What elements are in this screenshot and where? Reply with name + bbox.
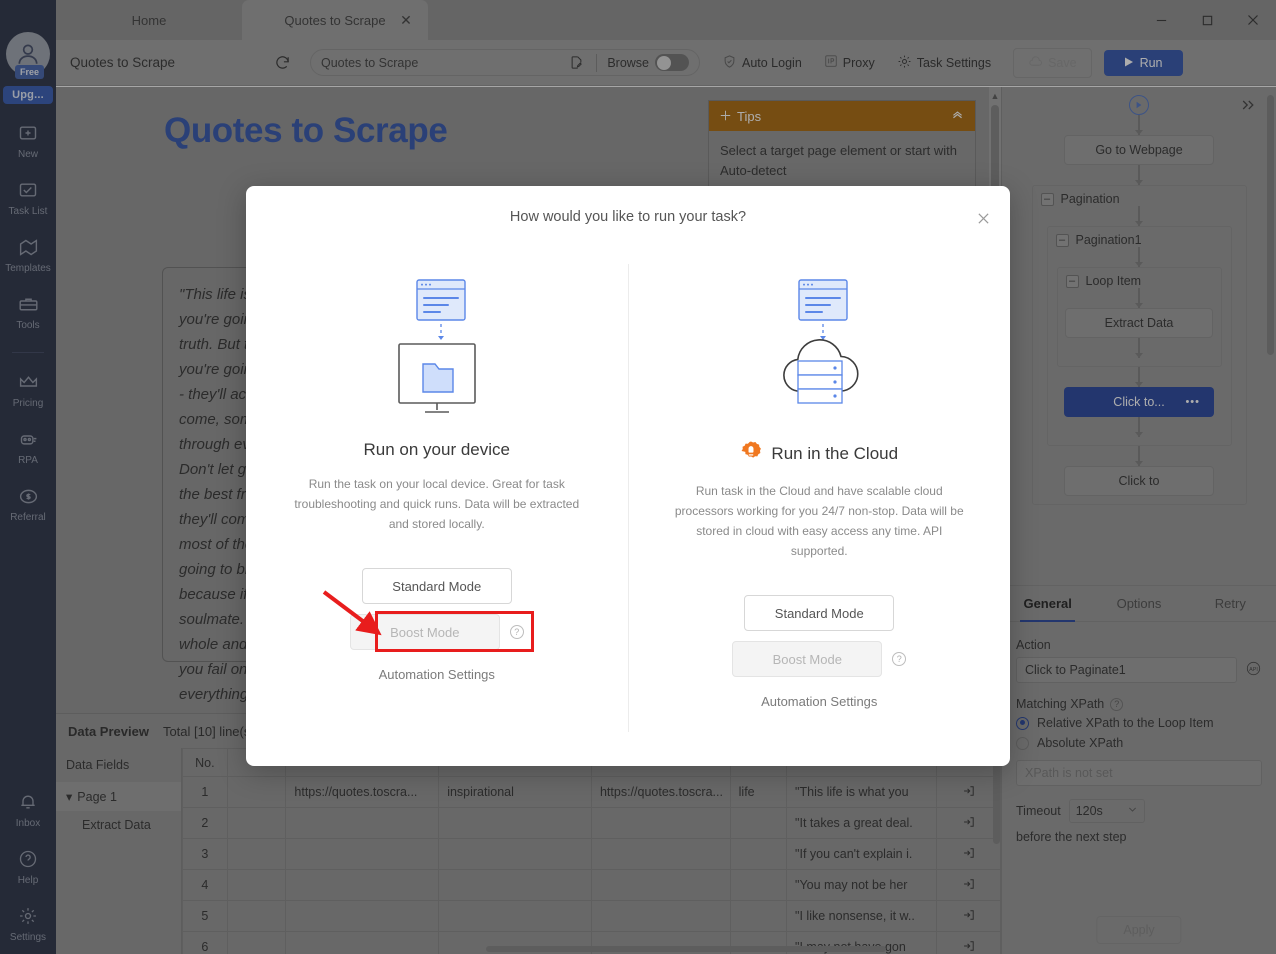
- option-run-on-device: Run on your device Run the task on your …: [246, 248, 628, 766]
- option-title-text: Run in the Cloud: [771, 444, 898, 464]
- device-automation-settings-link[interactable]: Automation Settings: [379, 667, 495, 682]
- cloud-standard-mode-button[interactable]: Standard Mode: [744, 595, 894, 631]
- device-boost-mode-row: Boost Mode ?: [350, 614, 524, 650]
- option-title-text: Run on your device: [364, 440, 510, 460]
- boost-help-icon[interactable]: ?: [510, 625, 524, 639]
- cloud-boost-mode-row: Boost Mode ?: [732, 641, 906, 677]
- cloud-boost-mode-button[interactable]: Boost Mode: [732, 641, 882, 677]
- boost-help-icon[interactable]: ?: [892, 652, 906, 666]
- cloud-automation-settings-link[interactable]: Automation Settings: [761, 694, 877, 709]
- device-standard-mode-row: Standard Mode: [362, 568, 512, 604]
- device-boost-mode-button[interactable]: Boost Mode: [350, 614, 500, 650]
- cloud-server-icon: [759, 260, 879, 432]
- app-window: Free Upg... New Task List Templates Too: [0, 0, 1276, 954]
- cloud-standard-mode-row: Standard Mode: [744, 595, 894, 631]
- octoparse-logo-icon: [740, 440, 762, 467]
- close-icon[interactable]: [977, 212, 990, 229]
- modal-header: How would you like to run your task?: [246, 186, 1010, 248]
- option-description: Run the task on your local device. Great…: [287, 474, 587, 534]
- option-title: Run on your device: [364, 440, 510, 460]
- device-standard-mode-button[interactable]: Standard Mode: [362, 568, 512, 604]
- desktop-folder-icon: [377, 260, 497, 432]
- option-title: Run in the Cloud: [740, 440, 898, 467]
- run-task-modal: How would you like to run your task?: [246, 186, 1010, 766]
- option-description: Run task in the Cloud and have scalable …: [669, 481, 969, 561]
- option-run-in-cloud: Run in the Cloud Run task in the Cloud a…: [629, 248, 1011, 766]
- modal-title: How would you like to run your task?: [510, 209, 746, 225]
- modal-body: Run on your device Run the task on your …: [246, 248, 1010, 766]
